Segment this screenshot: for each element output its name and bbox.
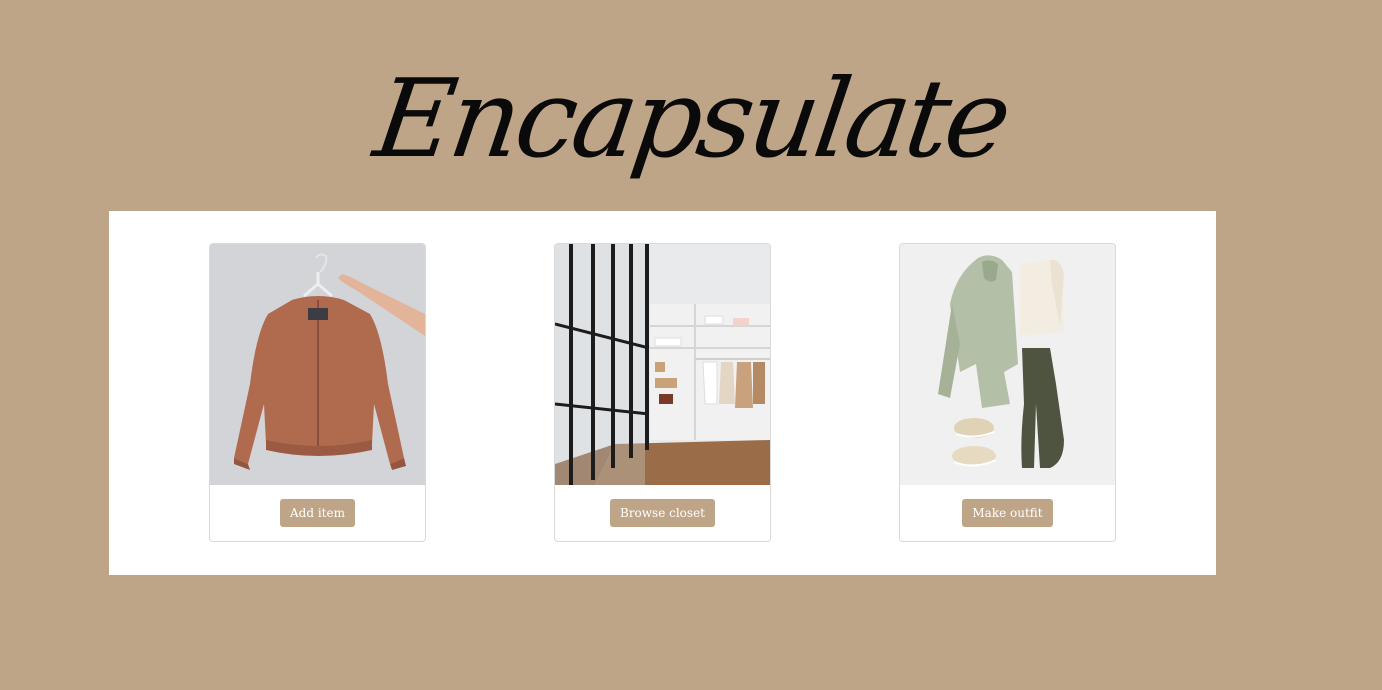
walk-in-closet-photo: [555, 244, 770, 485]
card-footer: Browse closet: [555, 485, 770, 541]
site-logo[interactable]: Encapsulate: [0, 40, 1382, 200]
add-item-button[interactable]: Add item: [280, 499, 355, 527]
page: Encapsulate Add item Browse closet Make …: [0, 0, 1382, 690]
card-footer: Make outfit: [900, 485, 1115, 541]
card-add-item: Add item: [209, 243, 426, 542]
browse-closet-button[interactable]: Browse closet: [610, 499, 715, 527]
actions-panel: Add item Browse closet Make outfit: [109, 211, 1216, 575]
card-browse-closet: Browse closet: [554, 243, 771, 542]
card-footer: Add item: [210, 485, 425, 541]
card-make-outfit: Make outfit: [899, 243, 1116, 542]
jacket-on-hanger-photo: [210, 244, 425, 485]
outfit-flatlay-photo: [900, 244, 1115, 485]
make-outfit-button[interactable]: Make outfit: [962, 499, 1053, 527]
